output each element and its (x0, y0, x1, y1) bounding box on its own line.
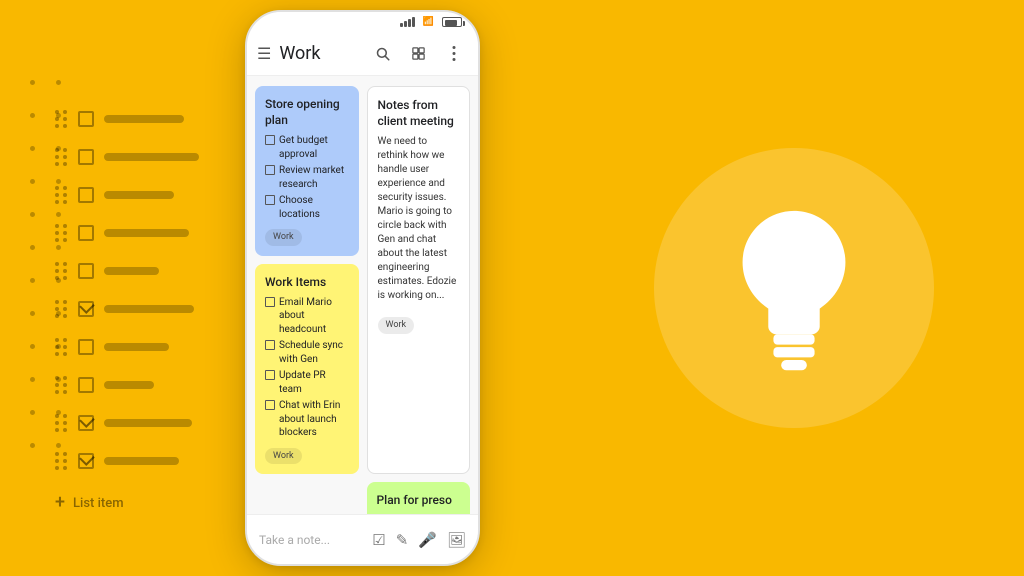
lightbulb-circle (654, 148, 934, 428)
list-bar (104, 419, 192, 427)
list-bar (104, 457, 179, 465)
check-icon (265, 340, 275, 350)
layout-button[interactable] (404, 40, 432, 68)
list-item (55, 452, 199, 470)
checkbox-icon[interactable]: ☑ (372, 531, 385, 549)
checklist-item: Chat with Erin about launch blockers (265, 399, 349, 440)
checklist-item: Get budget approval (265, 134, 349, 161)
mic-icon[interactable]: 🎤 (418, 531, 437, 549)
list-item (55, 376, 199, 394)
list-item (55, 262, 199, 280)
list-checkbox (78, 111, 94, 127)
checklist-item: Choose locations (265, 194, 349, 221)
list-bar (104, 115, 184, 123)
list-item (55, 300, 199, 318)
list-checkbox (78, 187, 94, 203)
bottom-bar: Take a note... ☑ ✎ 🎤 🖼 (247, 514, 478, 564)
note-card-store-plan[interactable]: Store opening plan Get budget approval R… (255, 86, 359, 256)
more-button[interactable] (440, 40, 468, 68)
note-title: Store opening plan (265, 96, 349, 128)
list-bar (104, 343, 169, 351)
pencil-icon[interactable]: ✎ (396, 531, 409, 549)
note-card-plan-preso[interactable]: Plan for preso First, we should talk abo… (367, 482, 471, 514)
list-checkbox (78, 225, 94, 241)
list-item (55, 338, 199, 356)
note-title: Notes from client meeting (378, 97, 460, 129)
note-checklist: Get budget approval Review market resear… (265, 134, 349, 221)
list-item (55, 186, 199, 204)
list-bar (104, 191, 174, 199)
header-title: Work (279, 43, 368, 64)
note-title: Work Items (265, 274, 349, 290)
list-checkbox-checked (78, 415, 94, 431)
check-icon (265, 165, 275, 175)
checklist-item: Review market research (265, 164, 349, 191)
list-checkbox (78, 339, 94, 355)
list-item (55, 224, 199, 242)
note-title: Plan for preso (377, 492, 461, 508)
check-icon (265, 135, 275, 145)
note-card-client-meeting[interactable]: Notes from client meeting We need to ret… (367, 86, 471, 474)
status-bar: 📶 (247, 12, 478, 32)
checklist-item: Schedule sync with Gen (265, 339, 349, 366)
image-icon[interactable]: 🖼 (447, 531, 466, 549)
list-checkbox-checked (78, 453, 94, 469)
left-decorative-list: + List item (55, 110, 199, 512)
menu-icon[interactable]: ☰ (257, 44, 271, 63)
checklist-item: Email Mario about headcount (265, 296, 349, 337)
list-bar (104, 267, 159, 275)
list-bar (104, 381, 154, 389)
checklist-item: Update PR team (265, 369, 349, 396)
list-checkbox-checked (78, 301, 94, 317)
list-checkbox (78, 377, 94, 393)
plus-icon: + (55, 494, 65, 512)
notes-grid: Store opening plan Get budget approval R… (247, 76, 478, 514)
note-card-work-items[interactable]: Work Items Email Mario about headcount S… (255, 264, 359, 474)
take-note-placeholder[interactable]: Take a note... (259, 533, 372, 547)
bottom-icons: ☑ ✎ 🎤 🖼 (372, 531, 466, 549)
list-bar (104, 305, 194, 313)
note-checklist: Email Mario about headcount Schedule syn… (265, 296, 349, 440)
note-tag: Work (265, 448, 302, 464)
check-icon (265, 195, 275, 205)
note-tag: Work (265, 229, 302, 245)
list-checkbox (78, 149, 94, 165)
check-icon (265, 297, 275, 307)
list-bar (104, 229, 189, 237)
add-list-item[interactable]: + List item (55, 494, 199, 512)
app-header: ☰ Work (247, 32, 478, 76)
add-list-label: List item (73, 496, 124, 511)
check-icon (265, 400, 275, 410)
list-item (55, 110, 199, 128)
list-bar (104, 153, 199, 161)
note-body: We need to rethink how we handle user ex… (378, 135, 460, 303)
lightbulb-icon (714, 198, 874, 378)
list-item (55, 414, 199, 432)
note-tag: Work (378, 317, 415, 333)
check-icon (265, 370, 275, 380)
header-icons (368, 40, 468, 68)
list-item (55, 148, 199, 166)
list-checkbox (78, 263, 94, 279)
phone-mockup: 📶 ☰ Work (245, 10, 480, 566)
search-button[interactable] (368, 40, 396, 68)
